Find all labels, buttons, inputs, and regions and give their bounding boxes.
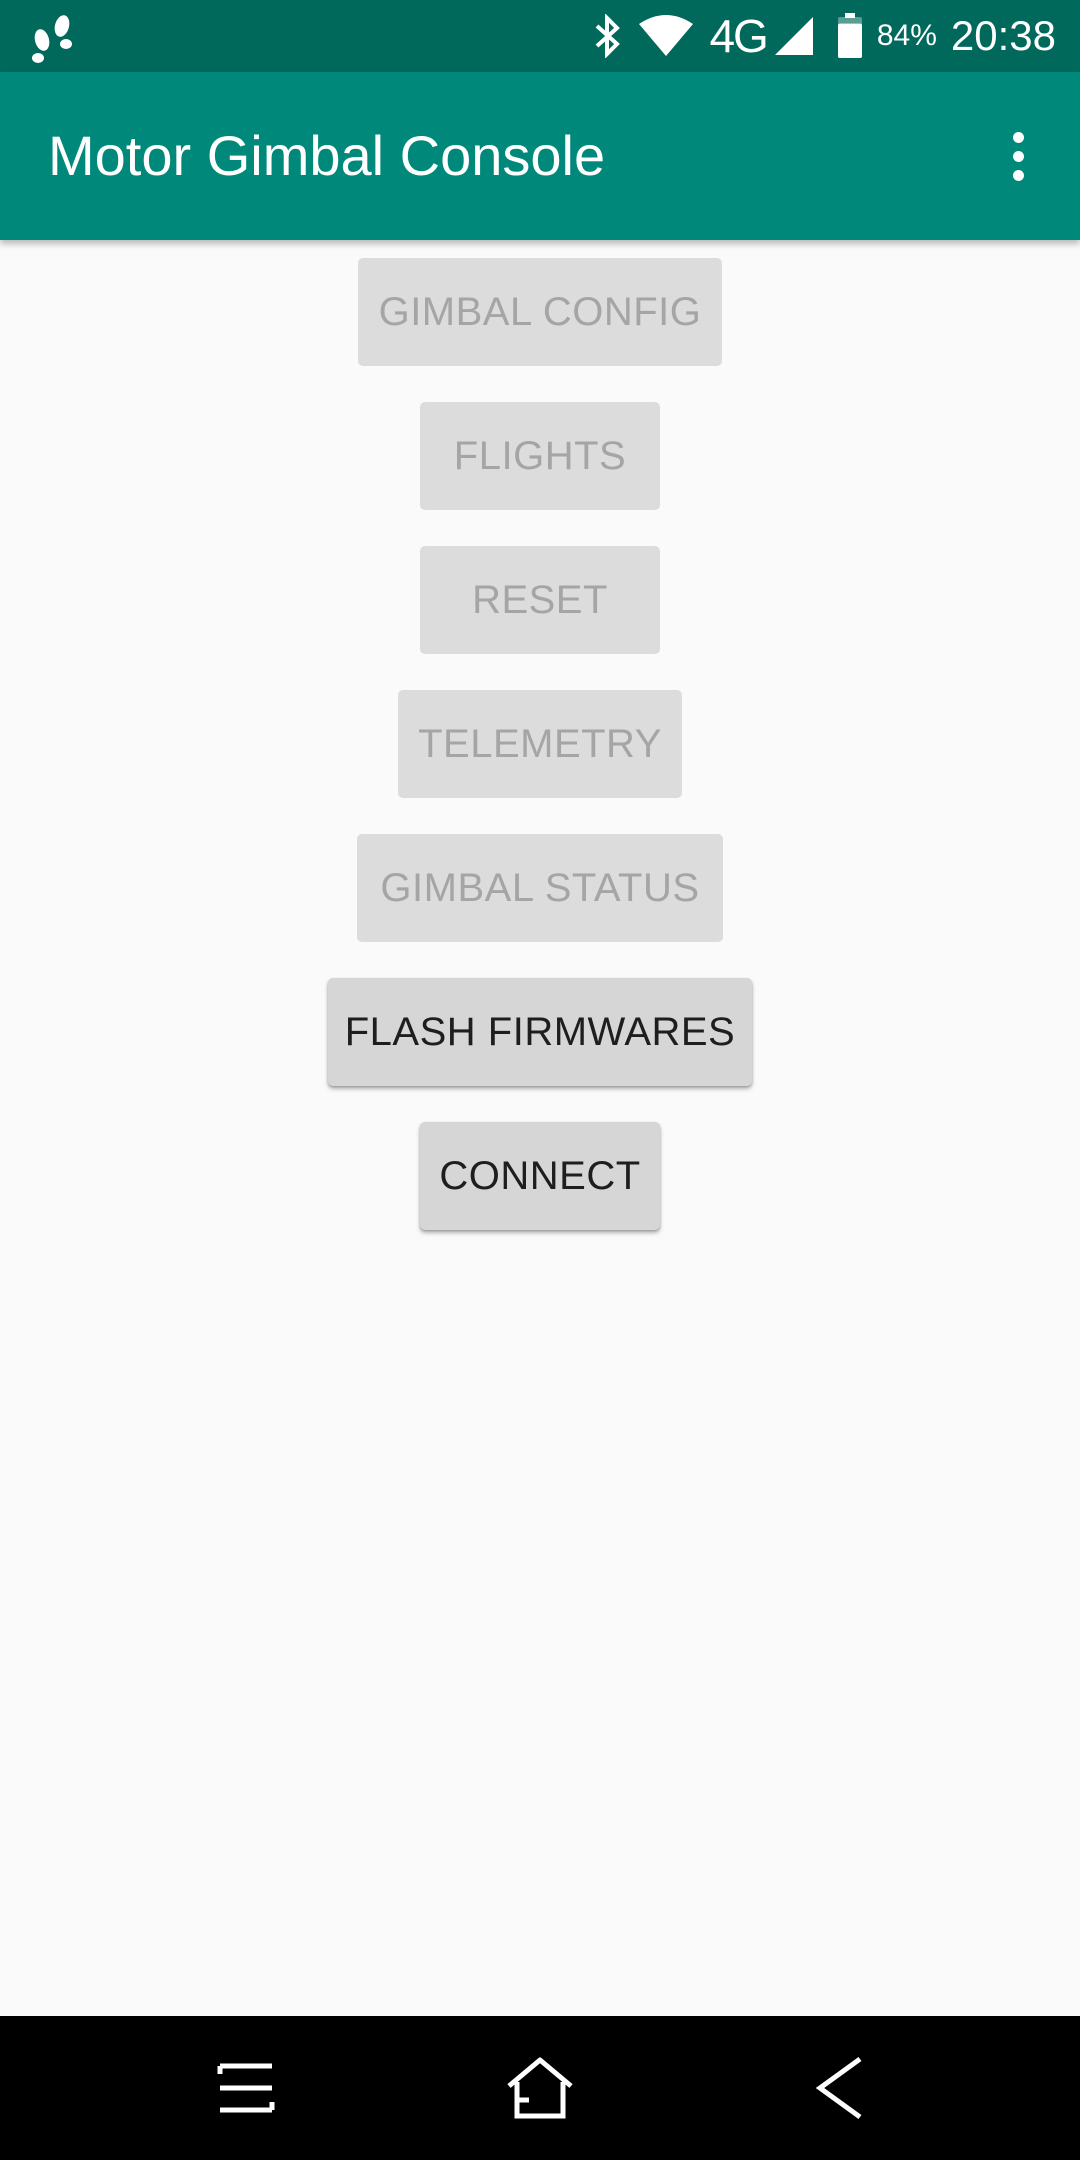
network-type: 4G	[709, 10, 768, 62]
bluetooth-icon	[593, 14, 623, 58]
gimbal-status-button[interactable]: GIMBAL STATUS	[357, 834, 723, 942]
overflow-dot	[1012, 169, 1024, 181]
app-title: Motor Gimbal Console	[48, 124, 606, 187]
overflow-dot	[1012, 131, 1024, 143]
gimbal-config-button[interactable]: GIMBAL CONFIG	[358, 258, 722, 366]
battery-percent: 84%	[876, 19, 937, 52]
home-icon[interactable]	[490, 2038, 590, 2138]
menu-icon[interactable]	[196, 2038, 296, 2138]
back-icon[interactable]	[790, 2038, 890, 2138]
battery-icon	[837, 13, 863, 59]
flash-firmwares-button[interactable]: FLASH FIRMWARES	[328, 978, 752, 1086]
reset-button[interactable]: RESET	[420, 546, 660, 654]
navigation-bar	[0, 2016, 1080, 2160]
footsteps-icon	[28, 10, 78, 64]
cell-signal-icon	[773, 15, 815, 57]
more-vert-icon[interactable]	[982, 120, 1054, 192]
app-bar: Motor Gimbal Console	[0, 72, 1080, 240]
status-bar: 4G 84% 20:38	[0, 0, 1080, 72]
status-icons: 4G 84% 20:38	[593, 0, 1056, 72]
flights-button[interactable]: FLIGHTS	[420, 402, 660, 510]
clock: 20:38	[950, 12, 1056, 59]
wifi-icon	[637, 14, 695, 58]
telemetry-button[interactable]: TELEMETRY	[398, 690, 682, 798]
overflow-dot	[1012, 150, 1024, 162]
screen: 4G 84% 20:38 Motor Gimbal Console GIMBAL…	[0, 0, 1080, 2160]
connect-button[interactable]: CONNECT	[420, 1122, 660, 1230]
